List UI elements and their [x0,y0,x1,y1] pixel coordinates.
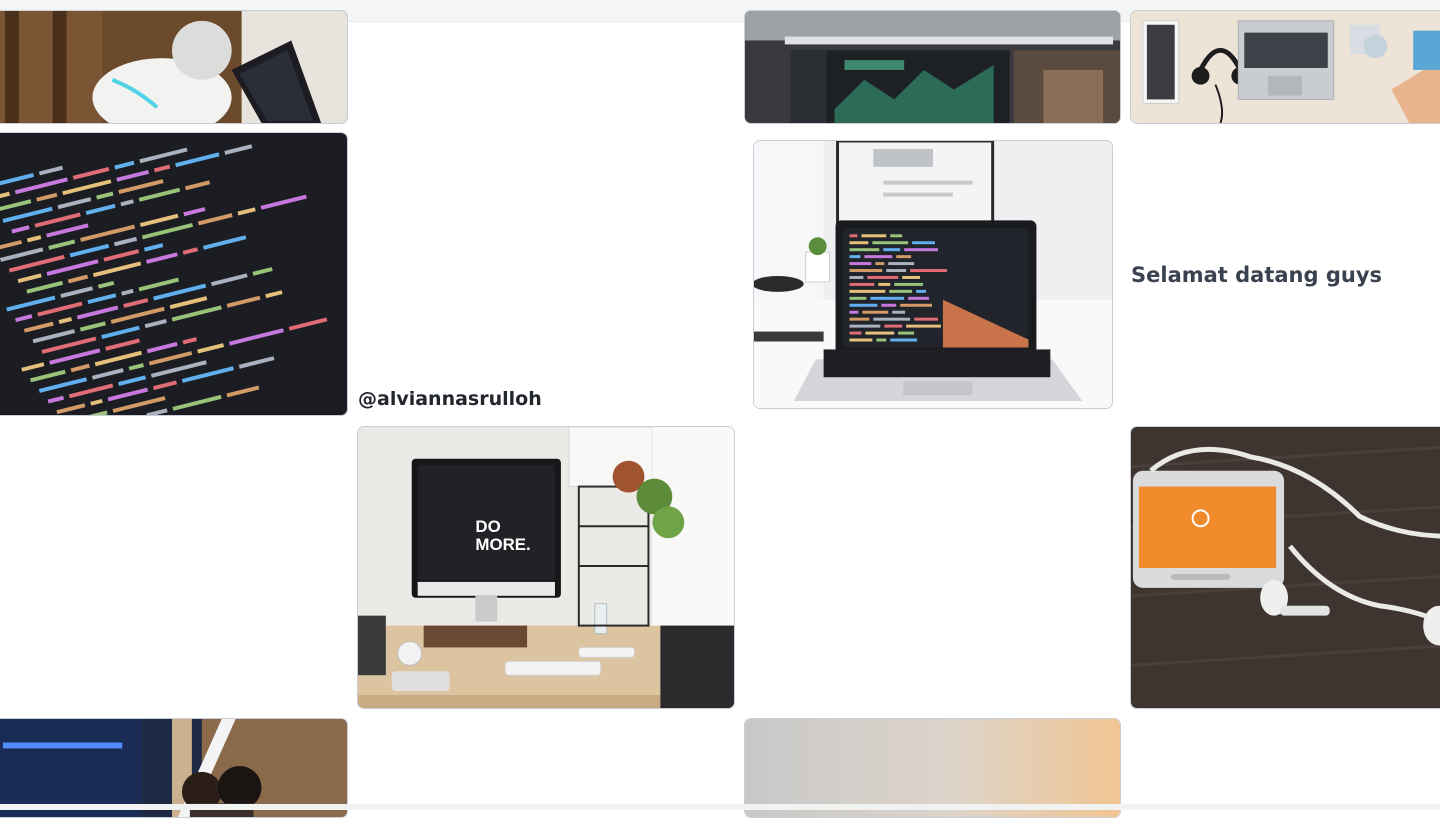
welcome-text: Selamat datang guys [1131,263,1382,287]
imac-screen-text-line2: MORE. [475,535,530,554]
gradient-photo[interactable] [744,718,1121,818]
desk-headphones-photo[interactable] [1130,10,1440,124]
author-handle[interactable]: @alviannasrulloh [358,388,542,410]
imac-screen-text-line1: DO [475,517,500,536]
bottom-bar [0,804,1440,810]
phone-earphones-photo[interactable] [1130,426,1440,709]
imac-do-more-photo[interactable]: DO MORE. [357,426,735,709]
robot-photo[interactable] [0,10,348,124]
laptop-code-photo[interactable] [753,140,1113,409]
office-people-photo[interactable] [0,718,348,818]
code-screen-photo[interactable] [0,132,348,416]
dashboard-photo[interactable] [744,10,1121,124]
